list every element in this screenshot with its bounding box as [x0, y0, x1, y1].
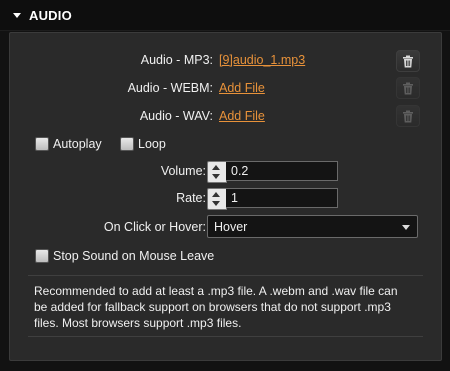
volume-stepper[interactable]: [207, 161, 227, 183]
wav-add-file-link[interactable]: Add File: [219, 109, 265, 123]
divider: [28, 336, 423, 337]
webm-row: Audio - WEBM: Add File: [10, 81, 441, 99]
webm-label: Audio - WEBM:: [127, 81, 213, 95]
triangle-down-icon[interactable]: [13, 12, 21, 18]
rate-label: Rate:: [176, 191, 206, 205]
divider: [28, 275, 423, 276]
trigger-label: On Click or Hover:: [103, 220, 206, 234]
stepper-up-icon[interactable]: [212, 192, 220, 197]
stepper-down-icon[interactable]: [212, 201, 220, 206]
rate-stepper[interactable]: [207, 188, 227, 210]
trash-icon: [403, 110, 413, 122]
audio-settings-panel: Audio - MP3: [9]audio_1.mp3 Audio - WEBM…: [9, 32, 442, 361]
section-title: AUDIO: [29, 7, 72, 23]
chevron-down-icon: [402, 225, 410, 230]
webm-delete-button[interactable]: [396, 77, 420, 99]
mp3-row: Audio - MP3: [9]audio_1.mp3: [10, 53, 441, 71]
autoplay-checkbox[interactable]: [35, 137, 49, 151]
loop-checkbox[interactable]: [120, 137, 134, 151]
volume-input[interactable]: [226, 161, 338, 181]
stepper-up-icon[interactable]: [212, 165, 220, 170]
stop-sound-label[interactable]: Stop Sound on Mouse Leave: [53, 249, 214, 263]
mp3-label: Audio - MP3:: [140, 53, 213, 67]
volume-label: Volume:: [160, 164, 206, 178]
loop-label[interactable]: Loop: [138, 137, 166, 151]
wav-label: Audio - WAV:: [139, 109, 213, 123]
audio-section-header[interactable]: AUDIO: [0, 0, 450, 31]
trigger-selected-value: Hover: [214, 220, 248, 234]
wav-row: Audio - WAV: Add File: [10, 109, 441, 127]
mp3-file-link[interactable]: [9]audio_1.mp3: [219, 53, 305, 67]
info-note: Recommended to add at least a .mp3 file.…: [34, 284, 398, 330]
trash-icon: [403, 82, 413, 94]
autoplay-label[interactable]: Autoplay: [53, 137, 102, 151]
mp3-delete-button[interactable]: [396, 50, 420, 72]
stepper-down-icon[interactable]: [212, 174, 220, 179]
trash-icon: [403, 55, 413, 67]
trigger-select[interactable]: Hover: [207, 215, 418, 238]
webm-add-file-link[interactable]: Add File: [219, 81, 265, 95]
rate-input[interactable]: [226, 188, 338, 208]
stop-sound-checkbox[interactable]: [35, 249, 49, 263]
wav-delete-button[interactable]: [396, 105, 420, 127]
